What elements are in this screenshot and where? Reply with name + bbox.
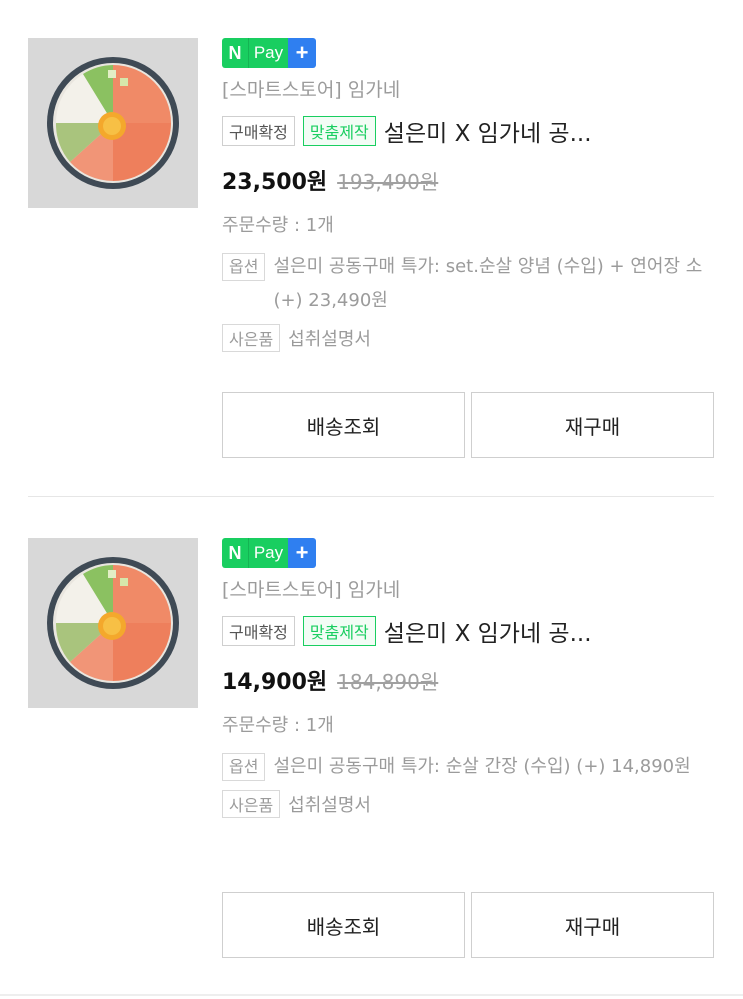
gift-label: 사은품 <box>222 790 281 818</box>
option-row: 옵션 설은미 공동구매 특가: 순살 간장 (수입) (+) 14,890원 <box>222 750 722 784</box>
original-price: 184,890원 <box>337 670 439 694</box>
original-price: 193,490원 <box>337 170 439 194</box>
gift-text: 섭취설명서 <box>288 795 371 816</box>
gift-row: 사은품 섭취설명서 <box>222 324 722 352</box>
order-divider <box>28 496 714 497</box>
custom-made-tag: 맞춤제작 <box>302 116 376 146</box>
product-name[interactable]: 설은미 X 임가네 공... <box>384 614 592 648</box>
product-name[interactable]: 설은미 X 임가네 공... <box>384 114 592 148</box>
gift-label: 사은품 <box>222 324 281 352</box>
npay-plus: + <box>288 38 316 68</box>
track-delivery-button[interactable]: 배송조회 <box>222 392 465 458</box>
store-name[interactable]: [스마트스토어] 임가네 <box>222 576 722 604</box>
order-info: N Pay + [스마트스토어] 임가네 구매확정 맞춤제작 설은미 X 임가네… <box>222 38 722 352</box>
order-quantity: 주문수량 : 1개 <box>222 715 334 736</box>
bottom-divider <box>0 994 743 996</box>
salmon-bowl-image <box>28 38 198 208</box>
npay-plus: + <box>288 538 316 568</box>
npay-pay: Pay <box>248 538 288 568</box>
npay-n: N <box>222 38 248 68</box>
title-row: 구매확정 맞춤제작 설은미 X 임가네 공... <box>222 614 722 648</box>
option-row: 옵션 설은미 공동구매 특가: set.순살 양념 (수입) + 연어장 소 (… <box>222 250 722 318</box>
npay-n: N <box>222 538 248 568</box>
store-name[interactable]: [스마트스토어] 임가네 <box>222 76 722 104</box>
price-row: 14,900원 184,890원 <box>222 664 722 698</box>
sale-price: 23,500원 <box>222 170 328 195</box>
gift-text: 섭취설명서 <box>288 329 371 350</box>
title-row: 구매확정 맞춤제작 설은미 X 임가네 공... <box>222 114 722 148</box>
sale-price: 14,900원 <box>222 670 328 695</box>
npay-logo-icon: N Pay + <box>222 538 316 568</box>
order-actions: 배송조회 재구매 <box>222 892 714 958</box>
rebuy-button[interactable]: 재구매 <box>471 892 714 958</box>
option-text: 설은미 공동구매 특가: set.순살 양념 (수입) + 연어장 소 (+) … <box>273 256 703 311</box>
track-delivery-button[interactable]: 배송조회 <box>222 892 465 958</box>
npay-logo-icon: N Pay + <box>222 38 316 68</box>
purchase-confirmed-tag: 구매확정 <box>222 116 295 146</box>
order-quantity: 주문수량 : 1개 <box>222 215 334 236</box>
product-thumbnail[interactable] <box>28 38 198 208</box>
price-row: 23,500원 193,490원 <box>222 164 722 198</box>
purchase-confirmed-tag: 구매확정 <box>222 616 295 646</box>
option-label: 옵션 <box>222 753 266 781</box>
rebuy-button[interactable]: 재구매 <box>471 392 714 458</box>
order-item: N Pay + [스마트스토어] 임가네 구매확정 맞춤제작 설은미 X 임가네… <box>0 22 743 502</box>
order-item: N Pay + [스마트스토어] 임가네 구매확정 맞춤제작 설은미 X 임가네… <box>0 522 743 999</box>
order-actions: 배송조회 재구매 <box>222 392 714 458</box>
gift-row: 사은품 섭취설명서 <box>222 790 722 818</box>
custom-made-tag: 맞춤제작 <box>302 616 376 646</box>
salmon-bowl-image <box>28 538 198 708</box>
option-label: 옵션 <box>222 253 266 281</box>
option-text: 설은미 공동구매 특가: 순살 간장 (수입) (+) 14,890원 <box>273 756 691 777</box>
product-thumbnail[interactable] <box>28 538 198 708</box>
order-history-page: N Pay + [스마트스토어] 임가네 구매확정 맞춤제작 설은미 X 임가네… <box>0 0 743 999</box>
npay-pay: Pay <box>248 38 288 68</box>
order-info: N Pay + [스마트스토어] 임가네 구매확정 맞춤제작 설은미 X 임가네… <box>222 538 722 818</box>
